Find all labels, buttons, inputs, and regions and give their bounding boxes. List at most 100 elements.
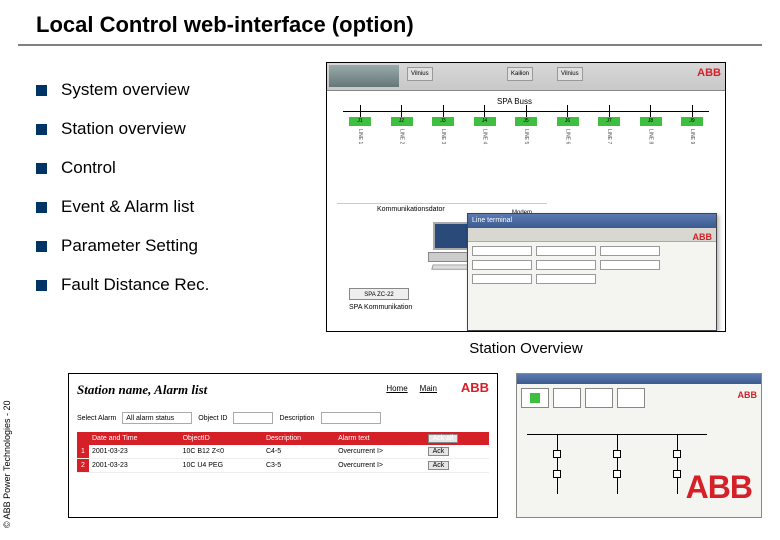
param-field[interactable]	[600, 246, 660, 256]
alarm-filter-row: Select Alarm All alarm status Object ID …	[77, 412, 489, 424]
main-link[interactable]: Main	[420, 384, 437, 393]
diagram-header: Vilnius Kailion Vilnius ABB	[327, 63, 725, 91]
bullet-text: Station overview	[61, 119, 186, 139]
relay-box[interactable]: J8	[640, 117, 662, 126]
abb-logo: ABB	[461, 380, 489, 395]
param-field[interactable]	[536, 260, 596, 270]
sld-button[interactable]	[553, 388, 581, 408]
param-field[interactable]	[472, 260, 532, 270]
bullet-item: Parameter Setting	[36, 236, 316, 256]
copyright-text: © ABB Power Technologies - 20	[2, 400, 12, 528]
status-green-icon	[530, 393, 540, 403]
cell-objectid: 10C B12 Z<0	[180, 445, 263, 459]
content-row: System overview Station overview Control…	[0, 46, 780, 357]
alarm-nav-links: Home Main	[386, 384, 437, 393]
relay-box[interactable]: J2	[391, 117, 413, 126]
filter-label: Select Alarm	[77, 415, 116, 422]
feeder: J7LINE 7	[594, 105, 624, 195]
relay-box[interactable]: J4	[474, 117, 496, 126]
bullet-list: System overview Station overview Control…	[36, 62, 316, 357]
lower-row: Station name, Alarm list Home Main ABB S…	[68, 373, 762, 518]
disconnector-symbol-icon[interactable]	[553, 470, 561, 478]
ack-button[interactable]: Ack	[428, 461, 450, 470]
feeder: J3LINE 3	[428, 105, 458, 195]
relay-box[interactable]: J6	[557, 117, 579, 126]
bullet-item: Event & Alarm list	[36, 197, 316, 217]
bullet-item: Station overview	[36, 119, 316, 139]
relay-box[interactable]: J5	[515, 117, 537, 126]
feeder: J8LINE 8	[636, 105, 666, 195]
col-ack: Ack all	[425, 432, 489, 445]
breaker-symbol-icon[interactable]	[553, 450, 561, 458]
col-datetime: Date and Time	[89, 432, 180, 445]
cell-idx: 2	[77, 459, 89, 473]
cell-datetime: 2001-03-23	[89, 445, 180, 459]
cell-ack: Ack	[425, 445, 489, 459]
filter-select[interactable]: All alarm status	[122, 412, 192, 424]
system-overview-diagram: Vilnius Kailion Vilnius ABB SPA Buss J1L…	[326, 62, 726, 332]
feeder-line	[677, 434, 678, 494]
feeder: J4LINE 4	[470, 105, 500, 195]
bullet-marker-icon	[36, 85, 47, 96]
home-link[interactable]: Home	[386, 384, 407, 393]
station-photo-icon	[329, 65, 399, 87]
sld-button[interactable]	[617, 388, 645, 408]
param-field[interactable]	[600, 260, 660, 270]
feeder: J5LINE 5	[511, 105, 541, 195]
col-objectid: ObjectID	[180, 432, 263, 445]
filter-label: Description	[279, 415, 314, 422]
bullet-item: Fault Distance Rec.	[36, 275, 316, 295]
disconnector-symbol-icon[interactable]	[673, 470, 681, 478]
relay-box[interactable]: J1	[349, 117, 371, 126]
abb-logo: ABB	[697, 67, 721, 79]
sld-toolbar	[521, 388, 757, 408]
table-header-row: Date and Time ObjectID Description Alarm…	[77, 432, 489, 445]
filter-input[interactable]	[233, 412, 273, 424]
sld-button[interactable]	[585, 388, 613, 408]
filter-input[interactable]	[321, 412, 381, 424]
bullet-marker-icon	[36, 280, 47, 291]
bullet-marker-icon	[36, 241, 47, 252]
parameter-window[interactable]: Line terminal ABB	[467, 213, 717, 331]
table-row: 1 2001-03-23 10C B12 Z<0 C4-5 Overcurren…	[77, 445, 489, 459]
relay-box[interactable]: J7	[598, 117, 620, 126]
feeder: J2LINE 2	[387, 105, 417, 195]
param-field[interactable]	[472, 246, 532, 256]
bullet-item: System overview	[36, 80, 316, 100]
diagram-area: Vilnius Kailion Vilnius ABB SPA Buss J1L…	[326, 62, 762, 357]
disconnector-symbol-icon[interactable]	[613, 470, 621, 478]
header-nav-button[interactable]: Vilnius	[557, 67, 583, 81]
feeder: J9LINE 9	[677, 105, 707, 195]
cell-idx: 1	[77, 445, 89, 459]
ack-all-button[interactable]: Ack all	[428, 434, 459, 443]
header-nav-button[interactable]: Kailion	[507, 67, 533, 81]
bullet-text: System overview	[61, 80, 189, 100]
feeder-line	[617, 434, 618, 494]
header-nav-button[interactable]: Vilnius	[407, 67, 433, 81]
feeder-line	[557, 434, 558, 494]
param-field[interactable]	[472, 274, 532, 284]
abb-footer-logo: ABB	[686, 469, 752, 506]
param-field[interactable]	[536, 246, 596, 256]
relay-box[interactable]: J3	[432, 117, 454, 126]
diagram-caption: Station Overview	[326, 340, 726, 357]
param-field[interactable]	[536, 274, 596, 284]
bullet-marker-icon	[36, 163, 47, 174]
feeder: J1LINE 1	[345, 105, 375, 195]
feeder: J6LINE 6	[553, 105, 583, 195]
cell-description: C4-5	[263, 445, 335, 459]
breaker-symbol-icon[interactable]	[673, 450, 681, 458]
breaker-symbol-icon[interactable]	[613, 450, 621, 458]
relay-box[interactable]: J9	[681, 117, 703, 126]
window-toolbar	[468, 228, 716, 242]
bullet-marker-icon	[36, 202, 47, 213]
window-body	[468, 242, 716, 288]
bullet-text: Event & Alarm list	[61, 197, 194, 217]
cell-alarmtext: Overcurrent I>	[335, 445, 425, 459]
ack-button[interactable]: Ack	[428, 447, 450, 456]
cell-objectid: 10C U4 PEG	[180, 459, 263, 473]
bullet-text: Fault Distance Rec.	[61, 275, 209, 295]
sld-button[interactable]	[521, 388, 549, 408]
cell-description: C3-5	[263, 459, 335, 473]
col-idx	[77, 432, 89, 445]
